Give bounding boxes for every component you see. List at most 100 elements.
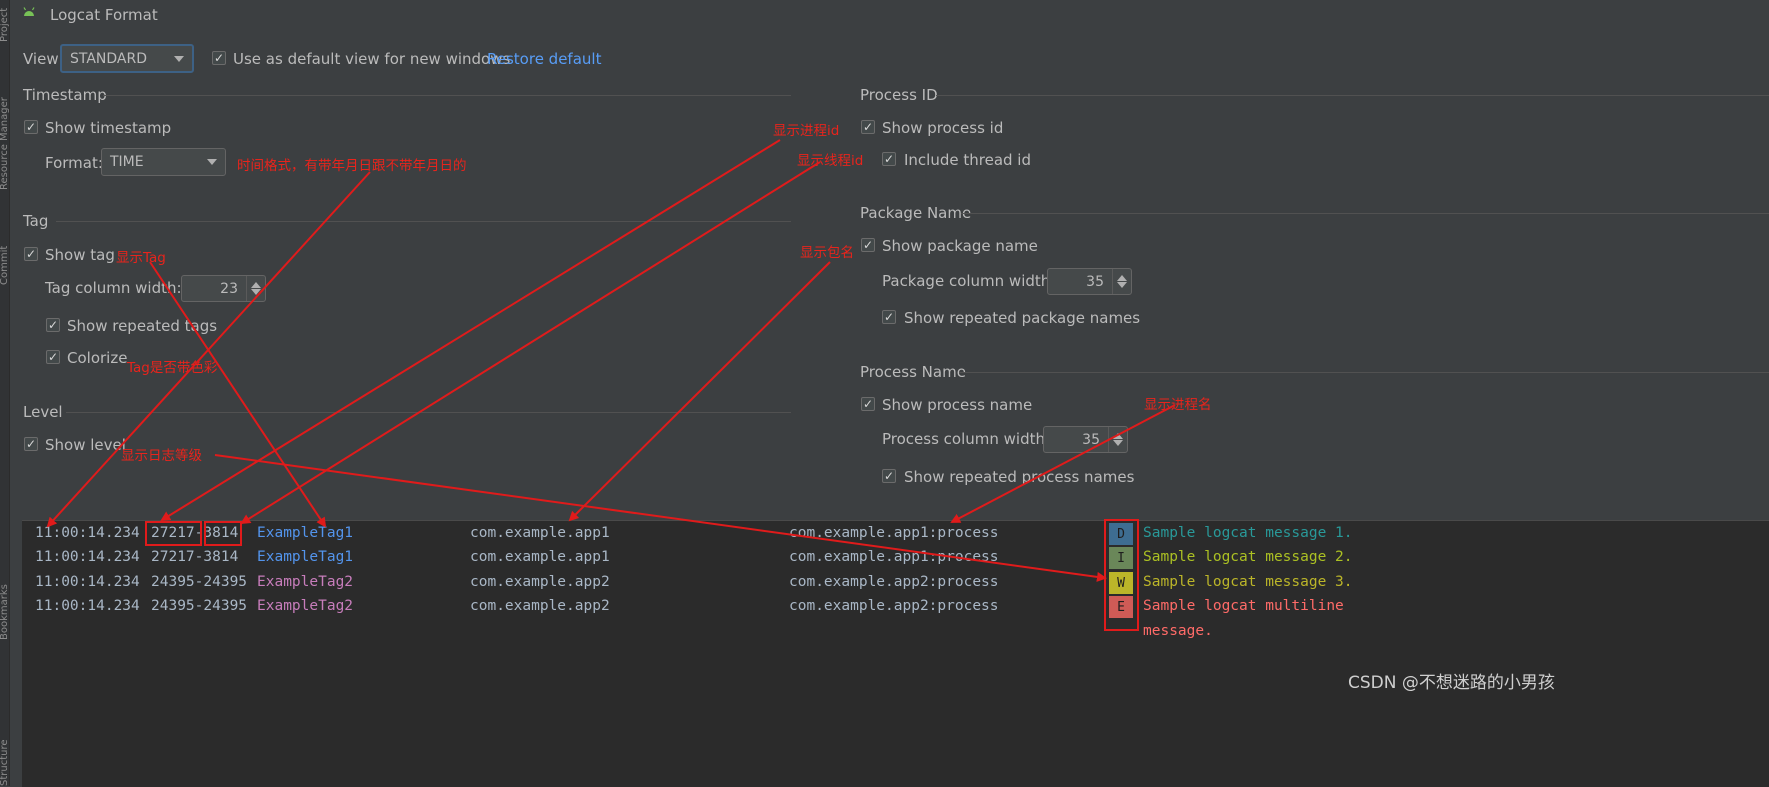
- tag-width-spinner[interactable]: 23: [181, 275, 266, 302]
- view-label: View: [23, 50, 59, 68]
- spinner-arrows-icon[interactable]: [1108, 427, 1127, 452]
- arrow-process-name: [950, 404, 1176, 523]
- preview-tag: ExampleTag2: [257, 598, 354, 614]
- process-width-value: 35: [1082, 431, 1100, 448]
- process-name-section-title: Process Name: [860, 363, 966, 381]
- annotation-show-tag: 显示Tag: [116, 250, 166, 266]
- show-level-checkbox[interactable]: ✓: [24, 437, 38, 451]
- spinner-arrows-icon[interactable]: [246, 276, 265, 301]
- tool-window-strip: Project Resource Manager Commit Bookmark…: [0, 0, 10, 786]
- level-highlight-box: [1104, 519, 1139, 631]
- preview-package: com.example.app2: [470, 598, 610, 614]
- timestamp-section-title: Timestamp: [23, 86, 107, 104]
- view-select-value: STANDARD: [70, 50, 148, 67]
- pid-highlight-box: [145, 521, 202, 546]
- tag-separator: [56, 221, 791, 222]
- package-width-label: Package column width:: [882, 272, 1056, 290]
- timestamp-format-label: Format:: [45, 154, 103, 172]
- annotation-colorize: Tag是否带色彩: [127, 360, 218, 376]
- tag-width-value: 23: [220, 280, 238, 297]
- colorize-label: Colorize: [67, 349, 128, 367]
- sidebar-tab-resource-manager[interactable]: Resource Manager: [0, 80, 9, 190]
- package-width-spinner[interactable]: 35: [1047, 268, 1132, 295]
- show-process-id-label: Show process id: [882, 119, 1004, 137]
- include-thread-id-label: Include thread id: [904, 151, 1031, 169]
- package-width-value: 35: [1086, 273, 1104, 290]
- arrow-thread-id: [240, 161, 821, 525]
- preview-timestamp: 11:00:14.234: [35, 598, 140, 614]
- preview-message: Sample logcat multiline: [1143, 598, 1344, 614]
- preview-package: com.example.app2: [470, 574, 610, 590]
- process-width-spinner[interactable]: 35: [1043, 426, 1128, 453]
- process-width-label: Process column width:: [882, 430, 1051, 448]
- preview-process: com.example.app1:process: [789, 549, 999, 565]
- colorize-checkbox[interactable]: ✓: [46, 350, 60, 364]
- dialog-title: Logcat Format: [50, 6, 158, 24]
- show-tag-checkbox[interactable]: ✓: [24, 247, 38, 261]
- process-name-separator: [959, 372, 1769, 373]
- process-id-separator: [936, 95, 1769, 96]
- package-section-title: Package Name: [860, 204, 972, 222]
- annotation-package: 显示包名: [800, 245, 854, 261]
- level-separator: [66, 412, 791, 413]
- annotation-show-level: 显示日志等级: [121, 448, 202, 464]
- preview-tag: ExampleTag1: [257, 525, 354, 541]
- spinner-arrows-icon[interactable]: [1112, 269, 1131, 294]
- preview-message: Sample logcat message 1.: [1143, 525, 1353, 541]
- show-repeated-process-checkbox[interactable]: ✓: [882, 469, 896, 483]
- annotation-process-id: 显示进程id: [773, 123, 840, 139]
- preview-process: com.example.app1:process: [789, 525, 999, 541]
- show-tag-label: Show tag: [45, 246, 115, 264]
- restore-default-link[interactable]: Restore default: [487, 50, 601, 68]
- preview-continuation-line: message.: [1143, 623, 1213, 639]
- preview-timestamp: 11:00:14.234: [35, 574, 140, 590]
- preview-pid: 24395-24395: [151, 574, 248, 590]
- preview-pid: 24395-24395: [151, 598, 248, 614]
- show-process-name-label: Show process name: [882, 396, 1033, 414]
- show-timestamp-label: Show timestamp: [45, 119, 172, 137]
- include-thread-id-checkbox[interactable]: ✓: [882, 152, 896, 166]
- show-repeated-process-label: Show repeated process names: [904, 468, 1135, 486]
- preview-process: com.example.app2:process: [789, 598, 999, 614]
- tag-section-title: Tag: [23, 212, 49, 230]
- annotation-thread-id: 显示线程id: [797, 153, 864, 169]
- tid-highlight-box: [204, 521, 242, 546]
- preview-package: com.example.app1: [470, 549, 610, 565]
- view-select[interactable]: STANDARD: [60, 44, 194, 73]
- show-package-name-checkbox[interactable]: ✓: [861, 238, 875, 252]
- preview-message: Sample logcat message 3.: [1143, 574, 1353, 590]
- annotation-process-name: 显示进程名: [1144, 397, 1212, 413]
- show-process-name-checkbox[interactable]: ✓: [861, 397, 875, 411]
- preview-tag: ExampleTag2: [257, 574, 354, 590]
- show-repeated-tags-checkbox[interactable]: ✓: [46, 318, 60, 332]
- default-view-label: Use as default view for new windows: [233, 50, 511, 68]
- android-icon: [23, 7, 35, 16]
- preview-pid: 27217-3814: [151, 549, 239, 565]
- preview-process: com.example.app2:process: [789, 574, 999, 590]
- show-process-id-checkbox[interactable]: ✓: [861, 120, 875, 134]
- watermark: CSDN @不想迷路的小男孩: [1348, 673, 1555, 693]
- preview-message: Sample logcat message 2.: [1143, 549, 1353, 565]
- preview-timestamp: 11:00:14.234: [35, 525, 140, 541]
- chevron-down-icon: [174, 55, 184, 62]
- show-package-name-label: Show package name: [882, 237, 1038, 255]
- show-timestamp-checkbox[interactable]: ✓: [24, 120, 38, 134]
- chevron-down-icon: [207, 159, 217, 165]
- timestamp-separator: [103, 95, 791, 96]
- annotation-timestamp-format: 时间格式，有带年月日跟不带年月日的: [237, 158, 467, 174]
- sidebar-tab-bookmarks[interactable]: Bookmarks: [0, 570, 9, 640]
- sidebar-tab-project[interactable]: Project: [0, 0, 9, 42]
- timestamp-format-select[interactable]: TIME: [101, 148, 226, 176]
- preview-tag: ExampleTag1: [257, 549, 354, 565]
- level-section-title: Level: [23, 403, 63, 421]
- tag-width-label: Tag column width:: [45, 279, 182, 297]
- preview-package: com.example.app1: [470, 525, 610, 541]
- show-level-label: Show level: [45, 436, 126, 454]
- sidebar-tab-structure[interactable]: Structure: [0, 675, 9, 786]
- show-repeated-package-checkbox[interactable]: ✓: [882, 310, 896, 324]
- show-repeated-tags-label: Show repeated tags: [67, 317, 218, 335]
- timestamp-format-value: TIME: [110, 154, 144, 170]
- package-separator: [961, 213, 1769, 214]
- sidebar-tab-commit[interactable]: Commit: [0, 225, 9, 285]
- default-view-checkbox[interactable]: ✓: [212, 51, 226, 65]
